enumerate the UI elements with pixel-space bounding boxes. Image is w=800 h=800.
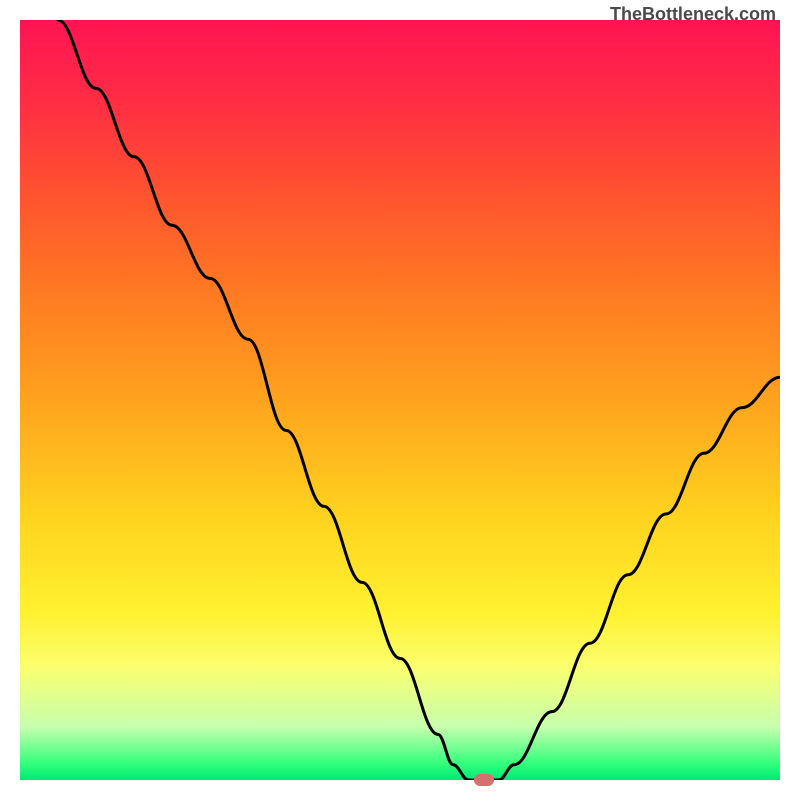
bottleneck-curve xyxy=(20,20,780,780)
chart-container: TheBottleneck.com xyxy=(0,0,800,800)
plot-area xyxy=(20,20,780,780)
optimal-marker xyxy=(474,774,494,786)
